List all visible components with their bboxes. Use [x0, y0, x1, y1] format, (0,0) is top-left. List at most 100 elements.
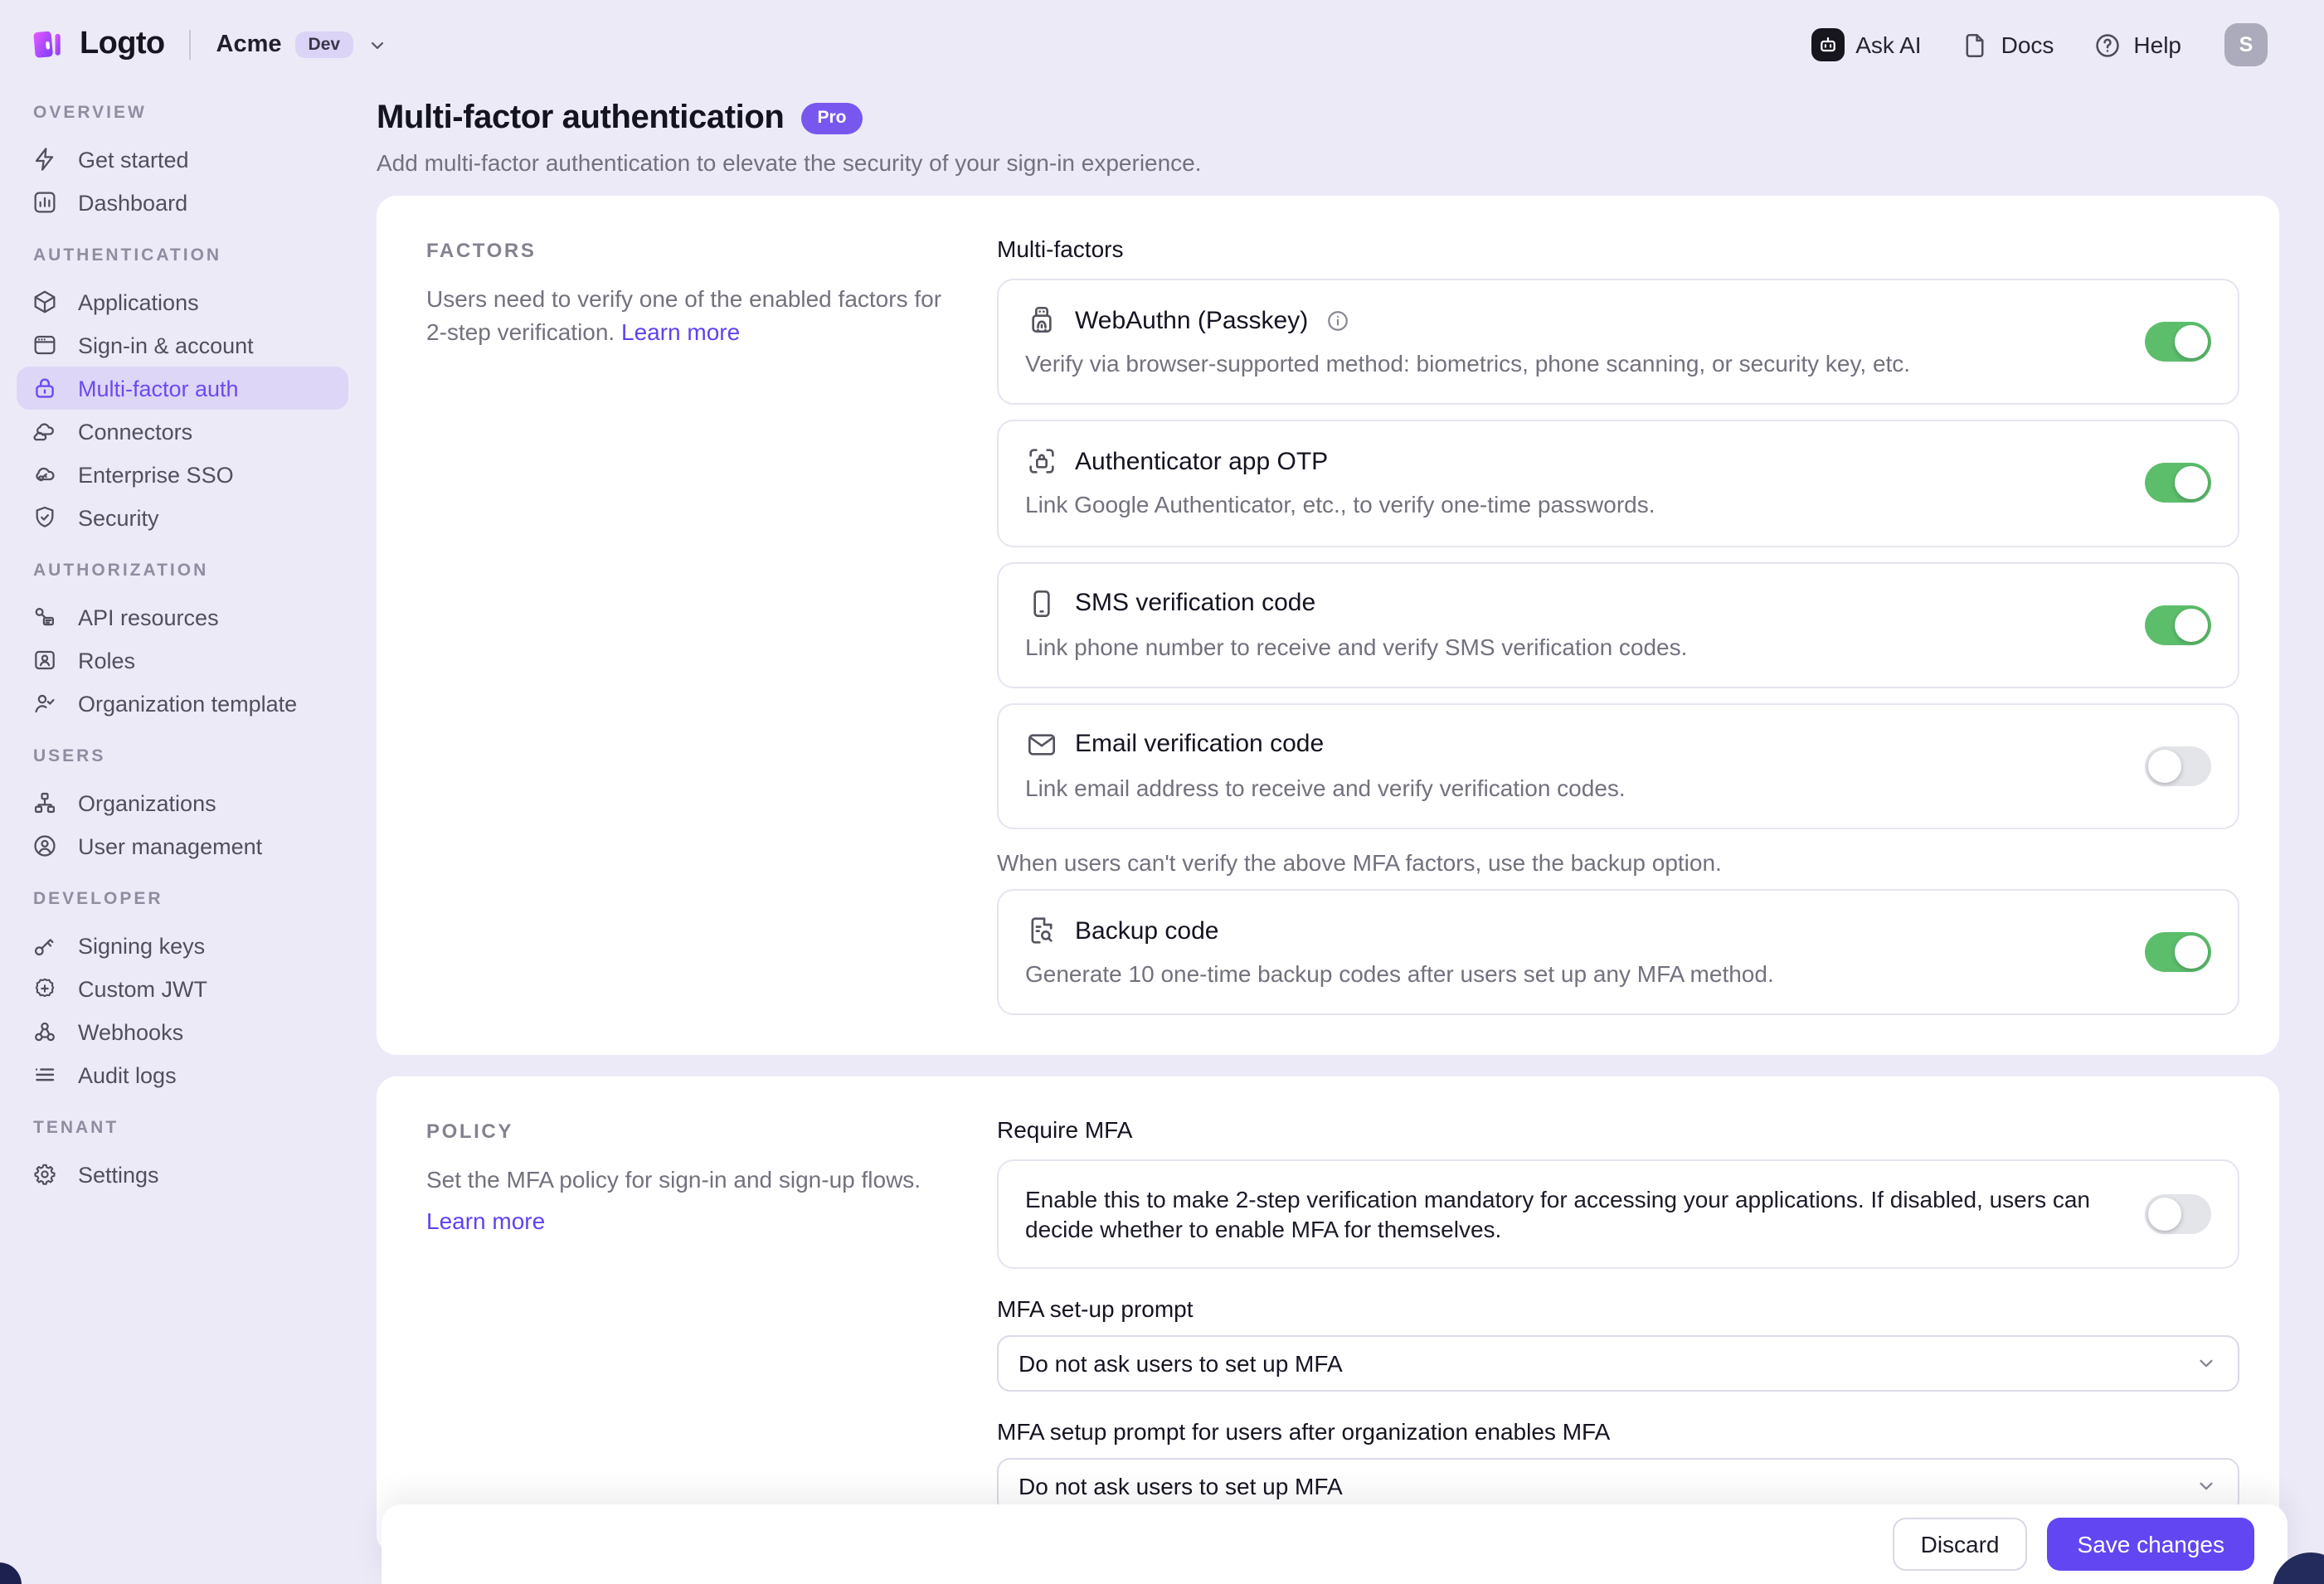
sidebar-item-organization-template[interactable]: Organization template: [17, 682, 348, 725]
factors-section-label: FACTORS: [426, 239, 957, 262]
bolt-icon: [32, 146, 58, 172]
top-bar: Logto Acme Dev Ask AI: [0, 0, 2324, 90]
factor-title: Backup code: [1075, 916, 1218, 945]
sidebar-item-audit-logs[interactable]: Audit logs: [17, 1053, 348, 1096]
page-subtitle: Add multi-factor authentication to eleva…: [377, 149, 2279, 176]
sidebar-section-tenant: TENANT: [33, 1118, 332, 1138]
chevron-down-icon: [367, 34, 388, 56]
help-label: Help: [2133, 32, 2181, 58]
info-icon[interactable]: [1325, 308, 1349, 333]
sidebar-item-user-management[interactable]: User management: [17, 824, 348, 867]
sidebar-item-label: API resources: [78, 605, 219, 629]
sidebar-item-get-started[interactable]: Get started: [17, 138, 348, 181]
avatar-initial: S: [2239, 33, 2254, 56]
sidebar-item-signing-keys[interactable]: Signing keys: [17, 924, 348, 967]
ask-ai-button[interactable]: Ask AI: [1811, 28, 1921, 61]
policy-learn-more-link[interactable]: Learn more: [426, 1204, 545, 1238]
org-name: Acme: [216, 32, 282, 58]
save-changes-button[interactable]: Save changes: [2048, 1518, 2254, 1571]
mfa-setup-prompt-label: MFA set-up prompt: [997, 1296, 2239, 1323]
require-mfa-toggle[interactable]: [2145, 1195, 2211, 1235]
factor-description: Generate 10 one-time backup codes after …: [1025, 957, 2112, 991]
sidebar-item-organizations[interactable]: Organizations: [17, 781, 348, 824]
sidebar-section-developer: DEVELOPER: [33, 889, 332, 909]
list-icon: [32, 1062, 58, 1088]
browser-window-icon: [32, 332, 58, 358]
factors-learn-more-link[interactable]: Learn more: [621, 319, 740, 346]
id-card-icon: [32, 647, 58, 673]
org-chart-icon: [32, 790, 58, 816]
sidebar-item-dashboard[interactable]: Dashboard: [17, 181, 348, 224]
discard-button[interactable]: Discard: [1893, 1518, 2028, 1571]
factor-description: Link email address to receive and verify…: [1025, 771, 2112, 805]
sidebar-item-sign-in-account[interactable]: Sign-in & account: [17, 323, 348, 367]
pro-badge: Pro: [800, 104, 863, 134]
page-header: Multi-factor authentication Pro Add mult…: [377, 100, 2279, 176]
bar-chart-icon: [32, 189, 58, 216]
policy-section-description: Set the MFA policy for sign-in and sign-…: [426, 1167, 921, 1193]
sidebar-item-label: Applications: [78, 289, 199, 314]
email-toggle[interactable]: [2145, 746, 2211, 786]
smartphone-icon: [1025, 586, 1058, 620]
backup-note: When users can't verify the above MFA fa…: [997, 849, 2239, 876]
require-mfa-label: Require MFA: [997, 1117, 2239, 1144]
require-mfa-description: Enable this to make 2-step verification …: [1025, 1185, 2112, 1245]
logto-console: Logto Acme Dev Ask AI: [0, 0, 2324, 1584]
sidebar-section-overview: OVERVIEW: [33, 103, 332, 123]
env-badge: Dev: [295, 32, 354, 59]
user-avatar[interactable]: S: [2224, 23, 2268, 66]
org-switcher[interactable]: Acme Dev: [216, 32, 389, 59]
sidebar-item-roles[interactable]: Roles: [17, 639, 348, 682]
factor-row-webauthn: WebAuthn (Passkey) Verify via browser-su…: [997, 279, 2239, 406]
sidebar-item-webhooks[interactable]: Webhooks: [17, 1010, 348, 1053]
factor-row-email: Email verification code Link email addre…: [997, 703, 2239, 830]
logto-logo-icon: [30, 27, 66, 63]
ask-ai-icon: [1811, 28, 1844, 61]
sidebar-item-applications[interactable]: Applications: [17, 280, 348, 323]
sidebar-item-multi-factor-auth[interactable]: Multi-factor auth: [17, 367, 348, 410]
help-button[interactable]: Help: [2093, 31, 2181, 59]
sidebar-item-label: Dashboard: [78, 190, 187, 215]
help-icon: [2093, 31, 2122, 59]
authenticator-otp-toggle[interactable]: [2145, 464, 2211, 503]
factor-row-sms: SMS verification code Link phone number …: [997, 561, 2239, 688]
factor-description: Link phone number to receive and verify …: [1025, 629, 2112, 663]
chat-widget-bubble-left[interactable]: [0, 1562, 22, 1584]
logto-logo: Logto: [30, 27, 165, 63]
mfa-setup-prompt-select[interactable]: Do not ask users to set up MFA: [997, 1336, 2239, 1392]
factor-description: Verify via browser-supported method: bio…: [1025, 347, 2112, 381]
sms-toggle[interactable]: [2145, 605, 2211, 644]
docs-button[interactable]: Docs: [1962, 31, 2054, 59]
sidebar-item-label: Organizations: [78, 790, 216, 815]
sidebar-item-label: Get started: [78, 147, 189, 172]
sidebar-item-label: Custom JWT: [78, 976, 207, 1001]
factor-row-backup-code: Backup code Generate 10 one-time backup …: [997, 889, 2239, 1016]
sidebar-item-label: Enterprise SSO: [78, 462, 234, 487]
factor-title: WebAuthn (Passkey): [1075, 306, 1308, 334]
sidebar-item-custom-jwt[interactable]: Custom JWT: [17, 967, 348, 1010]
multi-factors-title: Multi-factors: [997, 236, 2239, 262]
sidebar-item-label: User management: [78, 833, 262, 858]
sidebar-item-connectors[interactable]: Connectors: [17, 410, 348, 453]
sidebar-section-authorization: AUTHORIZATION: [33, 561, 332, 581]
sidebar-item-label: Roles: [78, 648, 135, 673]
key-icon: [32, 932, 58, 959]
sidebar-item-label: Audit logs: [78, 1062, 177, 1087]
webauthn-toggle[interactable]: [2145, 322, 2211, 362]
sidebar-item-settings[interactable]: Settings: [17, 1153, 348, 1196]
factors-card: FACTORS Users need to verify one of the …: [377, 196, 2279, 1056]
factor-title: SMS verification code: [1075, 589, 1315, 617]
mfa-setup-prompt-value: Do not ask users to set up MFA: [1019, 1351, 2195, 1377]
require-mfa-card: Enable this to make 2-step verification …: [997, 1160, 2239, 1270]
otp-scan-lock-icon: [1025, 445, 1058, 479]
sidebar-item-api-resources[interactable]: API resources: [17, 595, 348, 639]
factor-title: Authenticator app OTP: [1075, 448, 1328, 476]
chevron-down-icon: [2195, 1353, 2218, 1376]
backup-code-toggle[interactable]: [2145, 933, 2211, 973]
sidebar-item-label: Multi-factor auth: [78, 376, 239, 401]
sidebar-item-security[interactable]: Security: [17, 496, 348, 539]
factor-row-authenticator-otp: Authenticator app OTP Link Google Authen…: [997, 420, 2239, 547]
user-check-icon: [32, 690, 58, 717]
sidebar-item-enterprise-sso[interactable]: Enterprise SSO: [17, 453, 348, 496]
save-action-bar: Discard Save changes: [382, 1504, 2288, 1584]
